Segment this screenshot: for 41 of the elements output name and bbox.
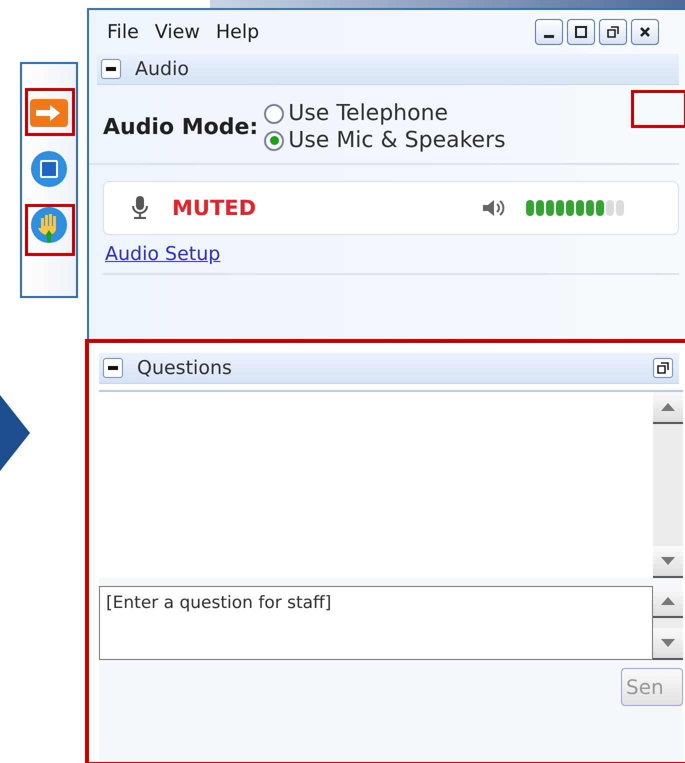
minus-icon [106,67,116,71]
arrow-down-icon [661,639,675,647]
hand-icon [30,206,68,244]
arrow-up-icon [661,403,675,411]
maximize-icon [575,26,587,38]
restore-button[interactable] [599,19,627,45]
audio-setup-link[interactable]: Audio Setup [105,243,220,265]
restore-icon [607,26,619,38]
radio-button[interactable] [264,130,284,150]
microphone-icon [130,196,150,220]
audio-mode-label: Audio Mode: [103,114,258,140]
minimize-button[interactable] [535,19,563,45]
question-field[interactable]: [Enter a question for staff] [99,586,653,660]
collapse-button[interactable] [103,358,123,378]
maximize-button[interactable] [567,19,595,45]
scrollbar[interactable] [653,586,683,660]
arrow-up-icon [661,597,675,605]
chevron-icon [0,395,30,471]
radio-button[interactable] [264,104,284,124]
mic-status: MUTED [172,196,256,220]
speaker-icon [482,198,506,218]
minus-icon [108,366,118,370]
collapse-button[interactable] [101,59,121,79]
scrollbar[interactable] [653,392,683,578]
option-label: Use Telephone [288,101,448,126]
section-title: Questions [137,357,232,379]
section-title: Audio [135,58,190,80]
highlight-frame [631,90,685,128]
close-button[interactable] [631,19,659,45]
highlight-frame [25,88,75,136]
screen-icon [30,150,68,188]
highlight-frame [25,204,75,256]
minimize-icon [544,34,554,38]
audio-mode-option[interactable]: Use Telephone [264,101,506,126]
menu-item[interactable]: View [154,21,200,43]
popout-button[interactable] [653,358,673,378]
close-icon [639,26,651,38]
menu-item[interactable]: Help [216,21,260,43]
menu-item[interactable]: File [107,21,139,43]
restore-icon [657,362,669,374]
arrow-down-icon [661,557,675,565]
